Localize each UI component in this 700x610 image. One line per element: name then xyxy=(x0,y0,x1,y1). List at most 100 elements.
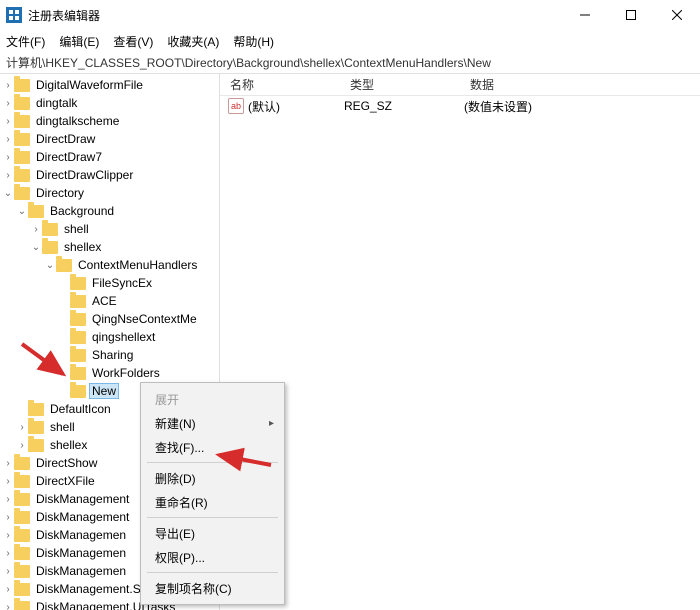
chevron-down-icon[interactable]: ⌄ xyxy=(16,206,28,217)
value-data: (数值未设置) xyxy=(464,98,700,115)
maximize-button[interactable] xyxy=(608,0,654,30)
tree-label: DirectDraw xyxy=(34,132,97,146)
chevron-right-icon[interactable]: › xyxy=(2,170,14,181)
menu-view[interactable]: 查看(V) xyxy=(113,33,153,50)
cm-expand: 展开 xyxy=(141,387,284,411)
menu-favorites[interactable]: 收藏夹(A) xyxy=(167,33,219,50)
chevron-right-icon[interactable]: › xyxy=(2,458,14,469)
window-title: 注册表编辑器 xyxy=(28,7,562,24)
submenu-arrow-icon: ▸ xyxy=(269,418,274,429)
chevron-down-icon[interactable]: ⌄ xyxy=(2,188,14,199)
tree-item[interactable]: › dingtalk xyxy=(0,94,219,112)
chevron-right-icon[interactable]: › xyxy=(16,422,28,433)
chevron-right-icon[interactable]: › xyxy=(2,116,14,127)
tree-item[interactable]: ⌄ Directory xyxy=(0,184,219,202)
chevron-right-icon[interactable]: › xyxy=(2,152,14,163)
chevron-right-icon[interactable]: › xyxy=(2,584,14,595)
string-value-icon: ab xyxy=(228,98,244,114)
tree-item[interactable]: › DigitalWaveformFile xyxy=(0,76,219,94)
tree-item[interactable]: ACE xyxy=(0,292,219,310)
folder-icon xyxy=(14,169,30,182)
tree-label: FileSyncEx xyxy=(90,276,154,290)
menu-edit[interactable]: 编辑(E) xyxy=(59,33,99,50)
cm-export[interactable]: 导出(E) xyxy=(141,521,284,545)
tree-item[interactable]: ›dingtalkscheme xyxy=(0,112,219,130)
folder-icon xyxy=(70,331,86,344)
folder-icon xyxy=(14,79,30,92)
tree-item[interactable]: ⌄ shellex xyxy=(0,238,219,256)
chevron-right-icon[interactable]: › xyxy=(2,512,14,523)
tree-item[interactable]: qingshellext xyxy=(0,328,219,346)
tree-label: DirectShow xyxy=(34,456,99,470)
tree-item[interactable]: Sharing xyxy=(0,346,219,364)
col-name[interactable]: 名称 xyxy=(220,76,340,93)
tree-label: DiskManagement xyxy=(34,492,131,506)
tree-label: DiskManagemen xyxy=(34,564,128,578)
cm-label: 新建(N) xyxy=(155,415,196,432)
chevron-right-icon[interactable]: › xyxy=(2,80,14,91)
menu-file[interactable]: 文件(F) xyxy=(6,33,45,50)
tree-label: QingNseContextMe xyxy=(90,312,199,326)
chevron-right-icon[interactable]: › xyxy=(2,602,14,610)
chevron-right-icon[interactable]: › xyxy=(2,530,14,541)
tree-label: DiskManagement xyxy=(34,510,131,524)
tree-label: Directory xyxy=(34,186,86,200)
folder-icon xyxy=(14,511,30,524)
path-bar[interactable]: 计算机\HKEY_CLASSES_ROOT\Directory\Backgrou… xyxy=(0,52,700,74)
tree-label: Sharing xyxy=(90,348,135,362)
cm-delete[interactable]: 删除(D) xyxy=(141,466,284,490)
tree-label: DirectDraw7 xyxy=(34,150,104,164)
tree-label: DigitalWaveformFile xyxy=(34,78,145,92)
tree-label: New xyxy=(90,384,118,398)
cm-find[interactable]: 查找(F)... xyxy=(141,435,284,459)
chevron-right-icon[interactable]: › xyxy=(16,440,28,451)
minimize-button[interactable] xyxy=(562,0,608,30)
tree-item[interactable]: ›DirectDrawClipper xyxy=(0,166,219,184)
path-prefix: 计算机\ xyxy=(6,54,45,71)
tree-item[interactable]: FileSyncEx xyxy=(0,274,219,292)
tree-item[interactable]: WorkFolders xyxy=(0,364,219,382)
tree-item[interactable]: ⌄ContextMenuHandlers xyxy=(0,256,219,274)
chevron-right-icon[interactable]: › xyxy=(2,476,14,487)
chevron-down-icon[interactable]: ⌄ xyxy=(30,242,42,253)
cm-separator xyxy=(147,517,278,518)
col-type[interactable]: 类型 xyxy=(340,76,460,93)
chevron-right-icon[interactable]: › xyxy=(2,548,14,559)
tree-item[interactable]: QingNseContextMe xyxy=(0,310,219,328)
tree-label: Background xyxy=(48,204,116,218)
cm-copy-key-name[interactable]: 复制项名称(C) xyxy=(141,576,284,600)
cm-separator xyxy=(147,572,278,573)
menu-help[interactable]: 帮助(H) xyxy=(233,33,274,50)
tree-item[interactable]: ⌄ Background xyxy=(0,202,219,220)
cm-new[interactable]: 新建(N) ▸ xyxy=(141,411,284,435)
folder-icon xyxy=(70,349,86,362)
folder-icon xyxy=(28,205,44,218)
cm-label: 删除(D) xyxy=(155,470,196,487)
chevron-right-icon[interactable]: › xyxy=(2,98,14,109)
tree-label: shellex xyxy=(48,438,89,452)
chevron-right-icon[interactable]: › xyxy=(2,134,14,145)
cm-rename[interactable]: 重命名(R) xyxy=(141,490,284,514)
folder-icon xyxy=(14,493,30,506)
col-data[interactable]: 数据 xyxy=(460,76,700,93)
tree-label: DiskManagemen xyxy=(34,546,128,560)
chevron-right-icon[interactable]: › xyxy=(2,566,14,577)
chevron-right-icon[interactable]: › xyxy=(30,224,42,235)
tree-label: shellex xyxy=(62,240,103,254)
folder-icon xyxy=(14,601,30,610)
value-name: (默认) xyxy=(248,98,344,115)
value-row[interactable]: ab (默认) REG_SZ (数值未设置) xyxy=(220,96,700,116)
chevron-right-icon[interactable]: › xyxy=(2,494,14,505)
folder-icon xyxy=(14,151,30,164)
tree-item[interactable]: › DirectDraw7 xyxy=(0,148,219,166)
folder-icon xyxy=(14,187,30,200)
chevron-down-icon[interactable]: ⌄ xyxy=(44,260,56,271)
folder-icon xyxy=(70,385,86,398)
cm-permissions[interactable]: 权限(P)... xyxy=(141,545,284,569)
tree-item[interactable]: ›shell xyxy=(0,220,219,238)
tree-label: dingtalk xyxy=(34,96,79,110)
close-button[interactable] xyxy=(654,0,700,30)
tree-item[interactable]: › DirectDraw xyxy=(0,130,219,148)
values-panel[interactable]: 名称 类型 数据 ab (默认) REG_SZ (数值未设置) xyxy=(220,74,700,610)
folder-icon xyxy=(28,439,44,452)
